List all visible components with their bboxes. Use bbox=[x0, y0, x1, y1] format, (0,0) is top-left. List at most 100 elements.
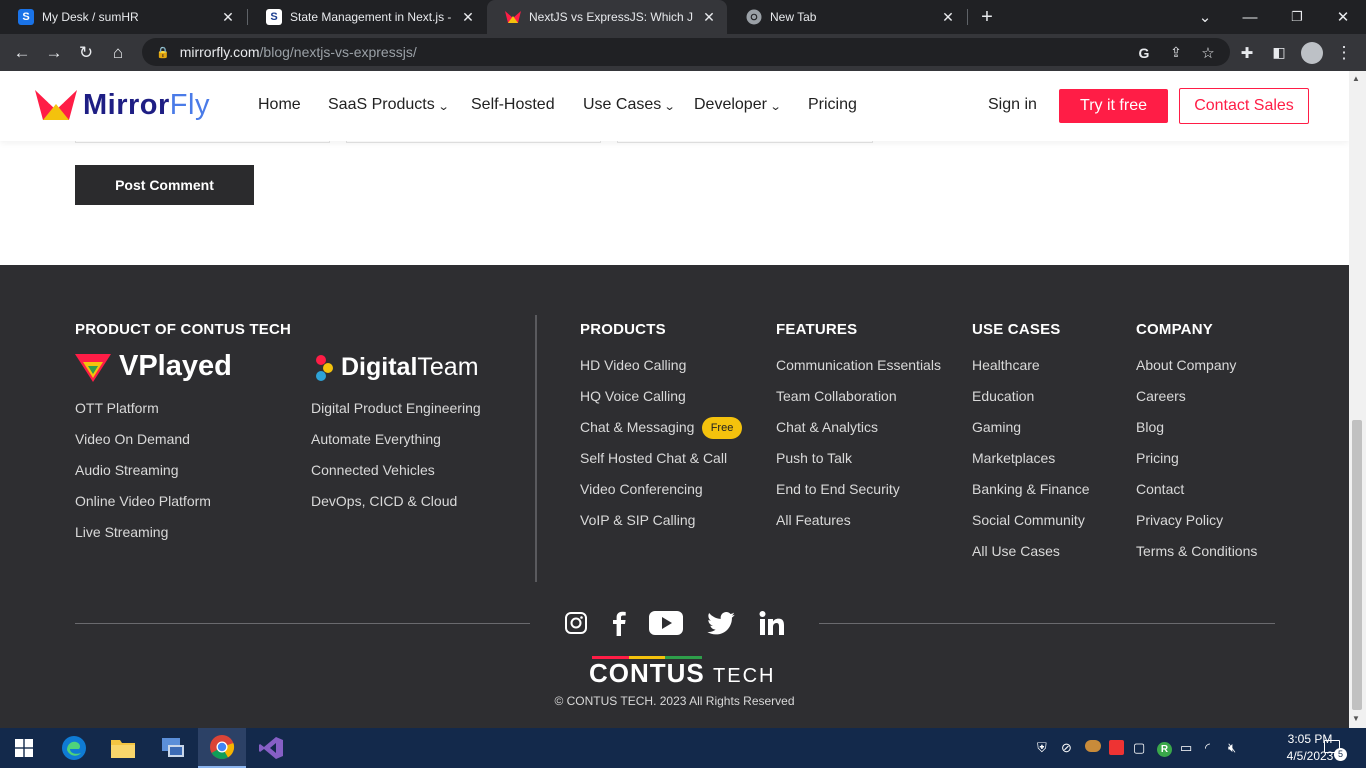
facebook-icon[interactable] bbox=[606, 610, 632, 636]
chrome-taskbar-icon[interactable] bbox=[198, 728, 246, 768]
tab-sumhr[interactable]: S My Desk / sumHR ✕ bbox=[0, 0, 246, 34]
footer-link[interactable]: Pricing bbox=[1136, 450, 1179, 466]
volume-muted-icon[interactable]: 🔇︎ bbox=[1228, 740, 1236, 756]
vplayed-logo[interactable]: VPlayed bbox=[75, 350, 232, 383]
window-close-icon[interactable]: ✕ bbox=[1328, 0, 1358, 34]
tab-state-management[interactable]: S State Management in Next.js - Al ✕ bbox=[248, 0, 486, 34]
footer-link[interactable]: Chat & Analytics bbox=[776, 419, 878, 435]
footer-link[interactable]: All Use Cases bbox=[972, 543, 1060, 559]
footer-link[interactable]: Chat & Messaging bbox=[580, 419, 694, 435]
linkedin-icon[interactable] bbox=[759, 610, 785, 636]
tab-nextjs-vs-expressjs[interactable]: NextJS vs ExpressJS: Which JavaS ✕ bbox=[487, 0, 727, 34]
footer-link[interactable]: Education bbox=[972, 388, 1034, 404]
instagram-icon[interactable] bbox=[563, 610, 589, 636]
footer-link[interactable]: Connected Vehicles bbox=[311, 462, 435, 478]
footer-link[interactable]: Digital Product Engineering bbox=[311, 400, 481, 416]
minimize-icon[interactable]: — bbox=[1235, 0, 1265, 34]
nav-use-cases[interactable]: Use Cases ⌄ bbox=[583, 96, 676, 114]
profile-avatar-icon[interactable] bbox=[1296, 34, 1328, 71]
try-it-free-button[interactable]: Try it free bbox=[1059, 89, 1168, 123]
forward-icon[interactable]: → bbox=[38, 34, 70, 71]
close-icon[interactable]: ✕ bbox=[460, 9, 476, 26]
footer-link[interactable]: Self Hosted Chat & Call bbox=[580, 450, 727, 466]
google-lens-icon[interactable]: G bbox=[1128, 34, 1160, 71]
new-tab-button[interactable]: + bbox=[972, 0, 1002, 34]
scroll-down-arrow-icon[interactable]: ▼ bbox=[1352, 714, 1360, 723]
mirrorfly-logo[interactable]: MirrorFly bbox=[35, 88, 210, 122]
footer-link[interactable]: About Company bbox=[1136, 357, 1236, 373]
footer-link[interactable]: Healthcare bbox=[972, 357, 1040, 373]
security-shield-icon[interactable]: ⛨ bbox=[1037, 740, 1047, 756]
footer-link[interactable]: All Features bbox=[776, 512, 851, 528]
file-explorer-icon[interactable] bbox=[99, 728, 147, 768]
notification-center-icon[interactable]: 5 bbox=[1324, 740, 1347, 761]
close-icon[interactable]: ✕ bbox=[701, 9, 717, 26]
edge-browser-icon[interactable] bbox=[50, 728, 98, 768]
mirrorfly-logo-icon bbox=[35, 90, 77, 120]
nav-developer[interactable]: Developer ⌄ bbox=[694, 96, 782, 114]
tab-new-tab[interactable]: New Tab ✕ bbox=[728, 0, 966, 34]
footer-link[interactable]: Automate Everything bbox=[311, 431, 441, 447]
footer-link[interactable]: Gaming bbox=[972, 419, 1021, 435]
tab-search-chevron-icon[interactable]: ⌄ bbox=[1190, 0, 1220, 34]
footer-link[interactable]: Push to Talk bbox=[776, 450, 852, 466]
side-panel-icon[interactable]: ◧ bbox=[1263, 34, 1295, 71]
nav-home[interactable]: Home bbox=[258, 96, 301, 114]
extensions-puzzle-icon[interactable]: ✚ bbox=[1231, 34, 1263, 71]
nav-saas-products[interactable]: SaaS Products ⌄ bbox=[328, 96, 449, 114]
scrollbar-thumb[interactable] bbox=[1352, 420, 1362, 710]
footer-link[interactable]: Blog bbox=[1136, 419, 1164, 435]
footer-link[interactable]: Social Community bbox=[972, 512, 1085, 528]
footer-link[interactable]: Contact bbox=[1136, 481, 1184, 497]
footer-link[interactable]: HQ Voice Calling bbox=[580, 388, 686, 404]
digital-team-logo[interactable]: DigitalTeam bbox=[313, 353, 479, 382]
scroll-up-arrow-icon[interactable]: ▲ bbox=[1352, 74, 1360, 83]
footer-link[interactable]: End to End Security bbox=[776, 481, 900, 497]
youtube-icon[interactable] bbox=[649, 610, 683, 636]
footer-link[interactable]: Live Streaming bbox=[75, 524, 168, 540]
remote-desktop-icon[interactable] bbox=[149, 728, 197, 768]
tray-camera-icon[interactable]: ▢ bbox=[1133, 740, 1145, 756]
footer-link[interactable]: Team Collaboration bbox=[776, 388, 897, 404]
nav-self-hosted[interactable]: Self-Hosted bbox=[471, 96, 555, 114]
restore-icon[interactable]: ❐ bbox=[1282, 0, 1312, 34]
more-menu-icon[interactable]: ⋮ bbox=[1328, 34, 1360, 71]
omnibox-url-field[interactable]: 🔒 mirrorfly.com/blog/nextjs-vs-expressjs… bbox=[142, 38, 1230, 66]
tray-app-icon[interactable] bbox=[1085, 740, 1101, 755]
nav-pricing[interactable]: Pricing bbox=[808, 96, 857, 114]
footer-link[interactable]: Terms & Conditions bbox=[1136, 543, 1257, 559]
contact-sales-button[interactable]: Contact Sales bbox=[1179, 88, 1309, 124]
home-icon[interactable]: ⌂ bbox=[102, 34, 134, 71]
footer-link[interactable]: VoIP & SIP Calling bbox=[580, 512, 695, 528]
footer-link[interactable]: Online Video Platform bbox=[75, 493, 211, 509]
footer-link[interactable]: Marketplaces bbox=[972, 450, 1055, 466]
contus-tech-logo[interactable]: CONTUS TECH bbox=[589, 658, 775, 689]
footer-link[interactable]: DevOps, CICD & Cloud bbox=[311, 493, 457, 509]
reload-icon[interactable]: ↻ bbox=[70, 34, 102, 71]
notification-count-badge: 5 bbox=[1334, 748, 1347, 761]
windows-start-icon[interactable] bbox=[0, 728, 48, 768]
footer-link[interactable]: Audio Streaming bbox=[75, 462, 179, 478]
footer-link[interactable]: Video On Demand bbox=[75, 431, 190, 447]
footer-link[interactable]: Communication Essentials bbox=[776, 357, 941, 373]
post-comment-button[interactable]: Post Comment bbox=[75, 165, 254, 205]
tray-r-app-icon[interactable]: R bbox=[1157, 740, 1172, 757]
sign-in-link[interactable]: Sign in bbox=[988, 96, 1037, 114]
footer-link[interactable]: Careers bbox=[1136, 388, 1186, 404]
twitter-icon[interactable] bbox=[707, 610, 735, 636]
wifi-icon[interactable]: ◜ bbox=[1205, 740, 1210, 756]
footer-link[interactable]: Privacy Policy bbox=[1136, 512, 1223, 528]
visual-studio-icon[interactable] bbox=[247, 728, 295, 768]
close-icon[interactable]: ✕ bbox=[940, 9, 956, 26]
footer-link[interactable]: Banking & Finance bbox=[972, 481, 1090, 497]
network-off-icon[interactable]: ⊘ bbox=[1061, 740, 1072, 756]
battery-icon[interactable]: ▭ bbox=[1180, 740, 1192, 756]
share-icon[interactable]: ⇪ bbox=[1160, 34, 1192, 71]
back-icon[interactable]: ← bbox=[6, 34, 38, 71]
footer-link[interactable]: Video Conferencing bbox=[580, 481, 703, 497]
footer-link[interactable]: OTT Platform bbox=[75, 400, 159, 416]
footer-link[interactable]: HD Video Calling bbox=[580, 357, 686, 373]
tray-video-app-icon[interactable] bbox=[1109, 740, 1124, 758]
close-icon[interactable]: ✕ bbox=[220, 9, 236, 26]
bookmark-star-icon[interactable]: ☆ bbox=[1192, 34, 1224, 71]
